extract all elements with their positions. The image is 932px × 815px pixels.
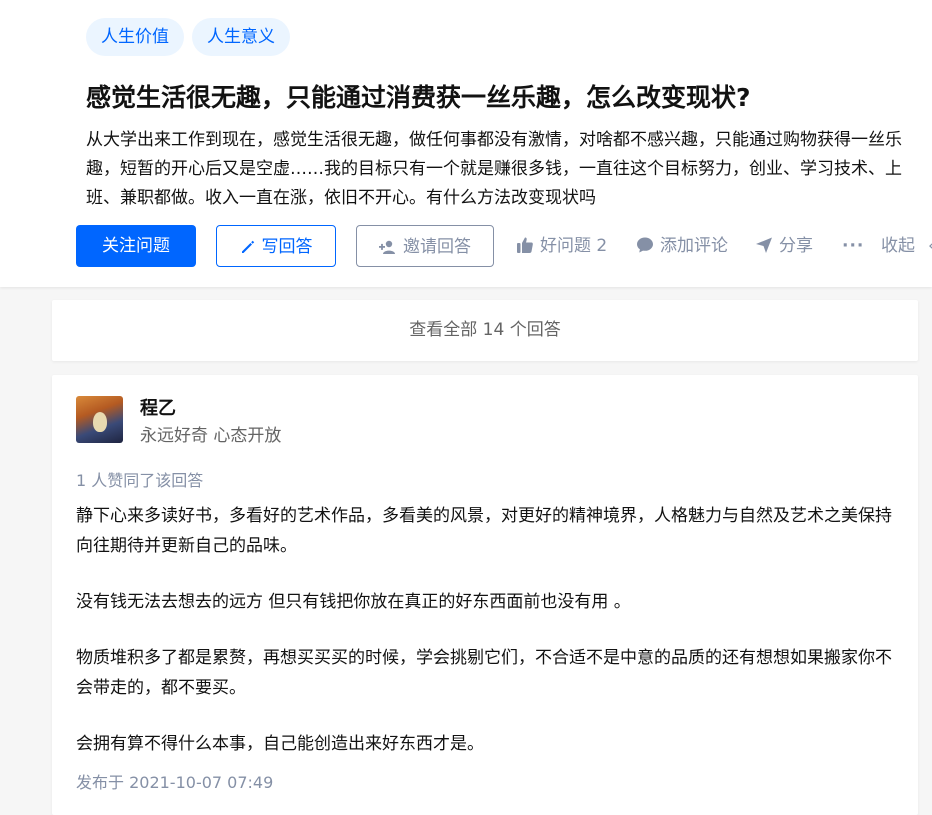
- chevron-up-icon: ‹: [928, 225, 932, 267]
- answer-paragraph: 没有钱无法去想去的远方 但只有钱把你放在真正的好东西面前也没有用 。: [76, 592, 631, 612]
- write-label: 写回答: [261, 237, 313, 257]
- view-all-label: 查看全部 14 个回答: [409, 320, 561, 340]
- more-options-button[interactable]: ···: [842, 225, 864, 267]
- question-detail: 从大学出来工作到现在，感觉生活很无趣，做任何事都没有激情，对啥都不感兴趣，只能通…: [86, 130, 902, 208]
- follow-question-button[interactable]: 关注问题: [76, 225, 196, 267]
- share-icon: [756, 237, 772, 253]
- publish-date[interactable]: 发布于 2021-10-07 07:49: [76, 769, 273, 793]
- answer-paragraph: 会拥有算不得什么本事，自己能创造出来好东西才是。: [76, 734, 484, 754]
- pencil-icon: [241, 240, 254, 253]
- question-header: 人生价值 人生意义 感觉生活很无趣，只能通过消费获一丝乐趣，怎么改变现状? 从大…: [0, 0, 932, 287]
- author-bio: 永远好奇 心态开放: [140, 426, 282, 446]
- avatar-figure: [93, 412, 107, 432]
- invite-answer-button[interactable]: 邀请回答: [356, 225, 494, 267]
- invite-label: 邀请回答: [403, 237, 471, 257]
- good-question-button[interactable]: 好问题 2: [516, 225, 607, 267]
- share-button[interactable]: 分享: [755, 225, 813, 267]
- answer-content: 静下心来多读好书，多看好的艺术作品，多看美的风景，对更好的精神境界，人格魅力与自…: [76, 501, 896, 785]
- topic-tag[interactable]: 人生价值: [86, 18, 184, 56]
- topic-tag[interactable]: 人生意义: [192, 18, 290, 56]
- answer-card: 程乙 永远好奇 心态开放 1 人赞同了该回答 静下心来多读好书，多看好的艺术作品…: [52, 375, 918, 815]
- question-title[interactable]: 感觉生活很无趣，只能通过消费获一丝乐趣，怎么改变现状?: [86, 80, 906, 116]
- share-label: 分享: [779, 236, 813, 256]
- thumbs-up-icon: [517, 237, 533, 253]
- view-all-answers-link[interactable]: 查看全部 14 个回答: [52, 300, 918, 361]
- answer-paragraph: 静下心来多读好书，多看好的艺术作品，多看美的风景，对更好的精神境界，人格魅力与自…: [76, 506, 892, 556]
- good-question-label: 好问题 2: [540, 236, 608, 256]
- add-comment-button[interactable]: 添加评论: [636, 225, 728, 267]
- collapse-button[interactable]: 收起: [881, 225, 915, 267]
- follow-label: 关注问题: [102, 236, 170, 256]
- add-comment-label: 添加评论: [660, 236, 728, 256]
- vote-count: 1 人赞同了该回答: [76, 471, 204, 490]
- comment-icon: [637, 237, 653, 253]
- add-user-icon: [379, 240, 395, 254]
- avatar[interactable]: [76, 396, 123, 443]
- author-name[interactable]: 程乙: [140, 394, 176, 420]
- write-answer-button[interactable]: 写回答: [216, 225, 336, 267]
- answer-paragraph: 物质堆积多了都是累赘，再想买买买的时候，学会挑剔它们，不合适不是中意的品质的还有…: [76, 648, 892, 698]
